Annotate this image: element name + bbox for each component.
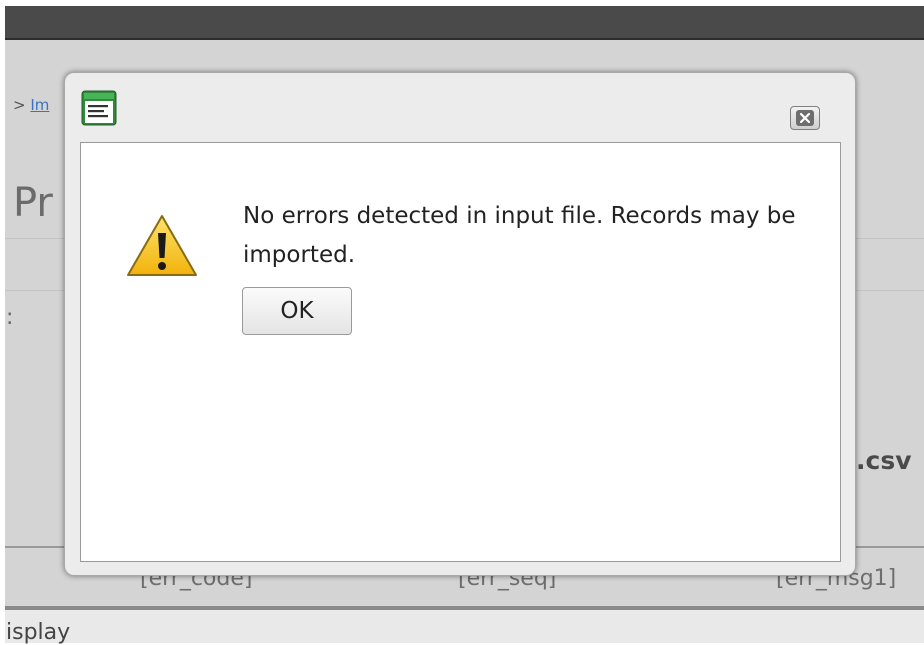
alert-dialog: No errors detected in input file. Record… xyxy=(64,72,856,576)
close-button[interactable] xyxy=(790,106,820,130)
field-label: : xyxy=(6,305,14,330)
footer-text: isplay xyxy=(6,620,71,645)
file-extension-label: .csv xyxy=(856,446,912,475)
ok-button[interactable]: OK xyxy=(242,287,352,335)
app-window-icon xyxy=(81,90,117,126)
breadcrumb-link[interactable]: Im xyxy=(30,96,49,114)
dialog-message: No errors detected in input file. Record… xyxy=(243,203,796,268)
footer-strip xyxy=(5,610,924,643)
warning-icon xyxy=(125,213,199,279)
breadcrumb: > Im xyxy=(13,96,49,114)
app-header-bar xyxy=(5,6,924,40)
dialog-titlebar[interactable] xyxy=(65,73,855,141)
page-title: Pr xyxy=(13,180,53,226)
breadcrumb-separator: > xyxy=(13,96,26,114)
dialog-content: No errors detected in input file. Record… xyxy=(80,142,841,562)
